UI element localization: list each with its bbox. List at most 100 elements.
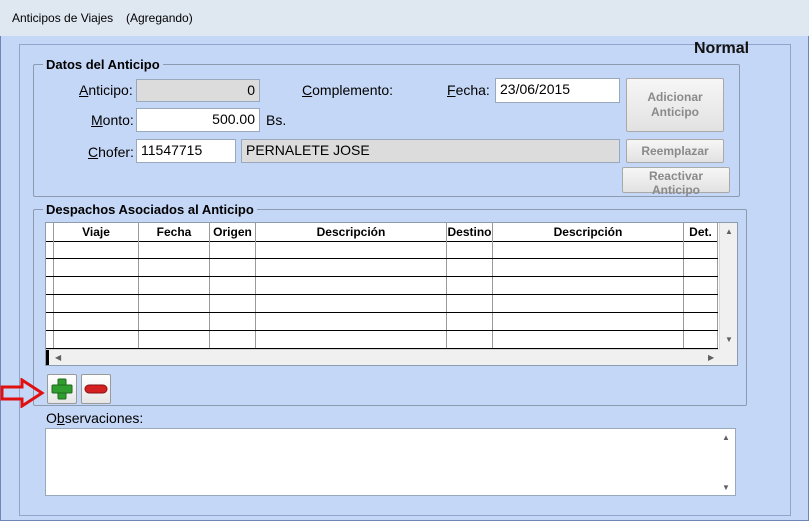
table-cell[interactable] [684,259,718,276]
table-cell[interactable] [447,313,493,330]
col-viaje-header[interactable]: Viaje [54,223,139,241]
obs-scroll-down-icon[interactable]: ▼ [722,483,730,492]
table-cell[interactable] [210,295,256,312]
table-cell[interactable] [447,259,493,276]
table-cell[interactable] [54,241,139,258]
table-cell[interactable] [447,295,493,312]
table-cell[interactable] [139,277,210,294]
fecha-field[interactable]: 23/06/2015 [495,78,620,103]
table-cell[interactable] [210,277,256,294]
anticipo-field[interactable]: 0 [136,79,260,102]
chofer-id-field[interactable]: 11547715 [136,139,236,163]
adicionar-line2: Anticipo [651,105,699,119]
despachos-grid[interactable]: Viaje Fecha Origen Descripción Destino D… [45,222,738,366]
scroll-down-icon[interactable]: ▼ [725,335,733,344]
chofer-label: Chofer: [88,144,134,160]
grid-header: Viaje Fecha Origen Descripción Destino D… [46,223,718,242]
col-det-header[interactable]: Det. [684,223,718,241]
scroll-up-icon[interactable]: ▲ [725,227,733,236]
fecha-label-rest: echa: [455,82,490,98]
chofer-label-rest: hofer: [98,144,134,160]
row-indicator[interactable] [46,259,54,276]
table-cell[interactable] [54,313,139,330]
table-cell[interactable] [447,277,493,294]
col-descripcion-origen-header[interactable]: Descripción [256,223,447,241]
adicionar-line1: Adicionar [647,90,703,104]
table-cell[interactable] [139,331,210,348]
table-cell[interactable] [493,295,684,312]
row-indicator[interactable] [46,313,54,330]
table-cell[interactable] [256,277,447,294]
arrow-right-icon [0,378,45,408]
table-cell[interactable] [139,295,210,312]
table-cell[interactable] [54,331,139,348]
table-cell[interactable] [210,331,256,348]
observaciones-label-rest: servaciones: [64,410,144,426]
table-cell[interactable] [493,313,684,330]
add-row-button[interactable] [47,374,77,404]
col-destino-header[interactable]: Destino [447,223,493,241]
scroll-left-icon[interactable]: ◀ [55,353,61,362]
row-indicator[interactable] [46,277,54,294]
scroll-right-icon[interactable]: ▶ [708,353,714,362]
adicionar-anticipo-button[interactable]: Adicionar Anticipo [626,78,724,132]
status-label: Normal [694,40,750,57]
table-cell[interactable] [684,241,718,258]
table-cell[interactable] [684,313,718,330]
col-fecha-header[interactable]: Fecha [139,223,210,241]
table-cell[interactable] [210,313,256,330]
grid-horizontal-scrollbar[interactable]: ◀ ▶ [46,349,719,365]
window-titlebar: Anticipos de Viajes (Agregando) [0,0,809,36]
grid-vertical-scrollbar[interactable]: ▲ ▼ [719,223,737,349]
table-cell[interactable] [139,313,210,330]
table-row[interactable] [46,241,718,259]
table-cell[interactable] [210,259,256,276]
obs-scroll-up-icon[interactable]: ▲ [722,433,730,442]
chofer-name-field: PERNALETE JOSE [241,139,620,163]
col-descripcion-destino-header[interactable]: Descripción [493,223,684,241]
table-cell[interactable] [684,277,718,294]
table-cell[interactable] [493,241,684,258]
row-indicator[interactable] [46,241,54,258]
anticipo-label-rest: nticipo: [88,82,133,98]
table-cell[interactable] [493,277,684,294]
table-cell[interactable] [139,259,210,276]
table-cell[interactable] [256,259,447,276]
table-cell[interactable] [447,241,493,258]
row-indicator[interactable] [46,295,54,312]
table-cell[interactable] [447,331,493,348]
plus-icon [51,378,73,400]
table-cell[interactable] [256,241,447,258]
table-row[interactable] [46,331,718,349]
monto-label: Monto: [91,112,134,128]
table-cell[interactable] [684,295,718,312]
despachos-legend: Despachos Asociados al Anticipo [46,202,254,217]
anticipo-label: Anticipo: [79,82,133,98]
table-cell[interactable] [210,241,256,258]
table-cell[interactable] [493,331,684,348]
reemplazar-button[interactable]: Reemplazar [626,139,724,163]
currency-label: Bs. [266,112,287,128]
table-cell[interactable] [256,295,447,312]
table-cell[interactable] [256,331,447,348]
table-row[interactable] [46,295,718,313]
window-title: Anticipos de Viajes [12,11,114,25]
observaciones-field[interactable]: ▲ ▼ [45,428,736,496]
table-row[interactable] [46,277,718,295]
col-origen-header[interactable]: Origen [210,223,256,241]
table-cell[interactable] [684,331,718,348]
row-indicator[interactable] [46,331,54,348]
reactivar-anticipo-button[interactable]: Reactivar Anticipo [622,167,730,197]
monto-field[interactable]: 500.00 [136,108,260,132]
table-row[interactable] [46,259,718,277]
table-cell[interactable] [493,259,684,276]
table-row[interactable] [46,313,718,331]
scroll-thumb-marker [46,350,49,365]
observaciones-label-start: O [46,410,57,426]
table-cell[interactable] [54,277,139,294]
table-cell[interactable] [256,313,447,330]
table-cell[interactable] [54,295,139,312]
remove-row-button[interactable] [81,374,111,404]
table-cell[interactable] [139,241,210,258]
table-cell[interactable] [54,259,139,276]
